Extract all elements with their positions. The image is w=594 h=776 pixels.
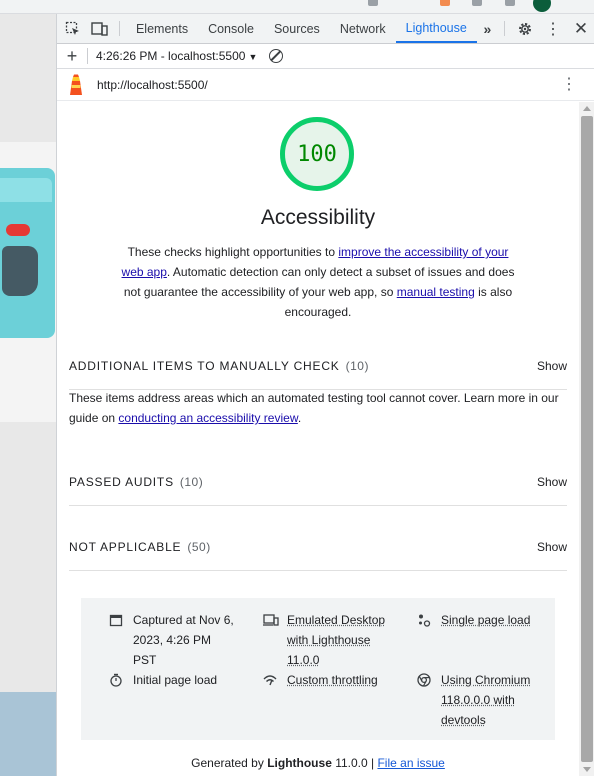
timer-icon [109,673,123,687]
group-count: (50) [187,539,211,554]
extension-icon[interactable] [472,0,482,6]
captured-at-item: Captured at Nov 6, 2023, 4:26 PM PST [109,610,237,670]
report-selector-label: 4:26:26 PM - localhost:5500 [96,49,246,63]
report-url-bar: http://localhost:5500/ ⋮ [57,69,594,101]
inspect-element-icon[interactable] [59,14,86,43]
toolbar-divider [504,21,506,36]
chromium-version-item[interactable]: Using Chromium 118.0.0.0 with devtools [417,670,547,730]
footer-prefix: Generated by [191,756,268,770]
profile-avatar[interactable] [533,0,551,12]
settings-gear-icon[interactable] [511,14,539,43]
report-url: http://localhost:5500/ [97,77,208,92]
group-manual-checks[interactable]: ADDITIONAL ITEMS TO MANUALLY CHECK (10) … [69,342,567,390]
initial-page-load-text: Initial page load [133,673,218,687]
throttling-item[interactable]: Custom throttling [263,670,393,690]
category-description: These checks highlight opportunities to … [119,242,517,322]
toolbar-divider [119,21,120,36]
show-toggle[interactable]: Show [537,540,567,554]
product-lid [0,178,52,202]
initial-page-load-item: Initial page load [109,670,237,690]
footer-version: 11.0.0 | [331,756,378,770]
lighthouse-report: 100 Accessibility These checks highlight… [57,102,579,776]
description-text: These checks highlight opportunities to [127,245,339,259]
user-flow-icon [417,613,431,627]
single-page-load-item[interactable]: Single page load [417,610,547,630]
calendar-icon [109,613,123,627]
tab-lighthouse[interactable]: Lighthouse [395,14,477,43]
manual-checks-description: These items address areas which an autom… [69,388,569,428]
device-toolbar-icon[interactable] [86,14,113,43]
group-title: PASSED AUDITS [69,474,174,489]
show-toggle[interactable]: Show [537,359,567,373]
network-throttle-icon [263,673,277,687]
new-report-button[interactable]: + [57,46,87,67]
desktop-device-icon [263,613,279,627]
product-badge [6,224,30,236]
emulated-device-text: Emulated Desktop with Lighthouse 11.0.0 [287,613,386,667]
page-preview-footer [0,692,56,776]
category-title: Accessibility [260,206,376,229]
group-count: (10) [345,358,369,373]
throttling-text: Custom throttling [287,673,378,687]
group-count: (10) [179,474,204,489]
extension-icon[interactable] [505,0,515,6]
group-title: NOT APPLICABLE [69,539,182,554]
product-image [0,168,55,338]
tab-console[interactable]: Console [198,14,264,43]
captured-at-text: Captured at Nov 6, 2023, 4:26 PM PST [133,613,234,667]
product-pot [2,246,38,296]
scrollbar-thumb[interactable] [581,116,593,762]
emulated-device-item[interactable]: Emulated Desktop with Lighthouse 11.0.0 [263,610,393,670]
report-scrollbar[interactable] [579,102,594,776]
more-tabs-icon[interactable]: » [477,14,498,43]
description-text: . [297,411,302,425]
toolbar-right-group: ⋮ ✕ [511,14,594,43]
toolbar-divider [87,48,88,64]
extension-icon[interactable] [368,0,378,6]
tab-sources[interactable]: Sources [264,14,330,43]
tab-elements[interactable]: Elements [126,14,198,43]
browser-chrome-strip [0,0,594,14]
footer-brand: Lighthouse [267,756,332,770]
group-title: ADDITIONAL ITEMS TO MANUALLY CHECK [69,358,340,373]
close-devtools-icon[interactable]: ✕ [567,14,594,43]
chevron-down-icon: ▼ [248,52,258,62]
report-menu-kebab-icon[interactable]: ⋮ [561,76,577,93]
devtools-toolbar: Elements Console Sources Network Lightho… [57,14,594,44]
scroll-down-arrow-icon[interactable] [583,767,591,772]
file-issue-link[interactable]: File an issue [377,756,444,770]
single-page-load-text: Single page load [441,613,531,627]
tab-network[interactable]: Network [330,14,396,43]
lighthouse-logo-icon [68,74,84,96]
chrome-icon [417,673,431,687]
extension-icon[interactable] [440,0,450,6]
chromium-version-text: Using Chromium 118.0.0.0 with devtools [441,673,531,727]
group-passed-audits[interactable]: PASSED AUDITS (10) Show [69,458,567,506]
show-toggle[interactable]: Show [537,475,567,489]
runtime-settings: Captured at Nov 6, 2023, 4:26 PM PST Ini… [81,598,555,740]
customize-kebab-icon[interactable]: ⋮ [539,14,567,43]
accessibility-review-link[interactable]: conducting an accessibility review [118,411,297,425]
page-preview-strip [0,0,56,776]
report-footer: Generated by Lighthouse 11.0.0 | File an… [57,756,579,770]
lighthouse-toolbar: + 4:26:26 PM - localhost:5500 ▼ [57,44,594,69]
clear-reports-icon[interactable] [269,49,284,63]
devtools-panel: Elements Console Sources Network Lightho… [56,14,594,776]
score-value: 100 [297,141,337,167]
group-not-applicable[interactable]: NOT APPLICABLE (50) Show [69,523,567,571]
report-selector[interactable]: 4:26:26 PM - localhost:5500 ▼ [96,49,257,63]
scroll-up-arrow-icon[interactable] [583,106,591,111]
manual-testing-link[interactable]: manual testing [397,285,475,299]
score-gauge[interactable]: 100 [280,117,354,191]
